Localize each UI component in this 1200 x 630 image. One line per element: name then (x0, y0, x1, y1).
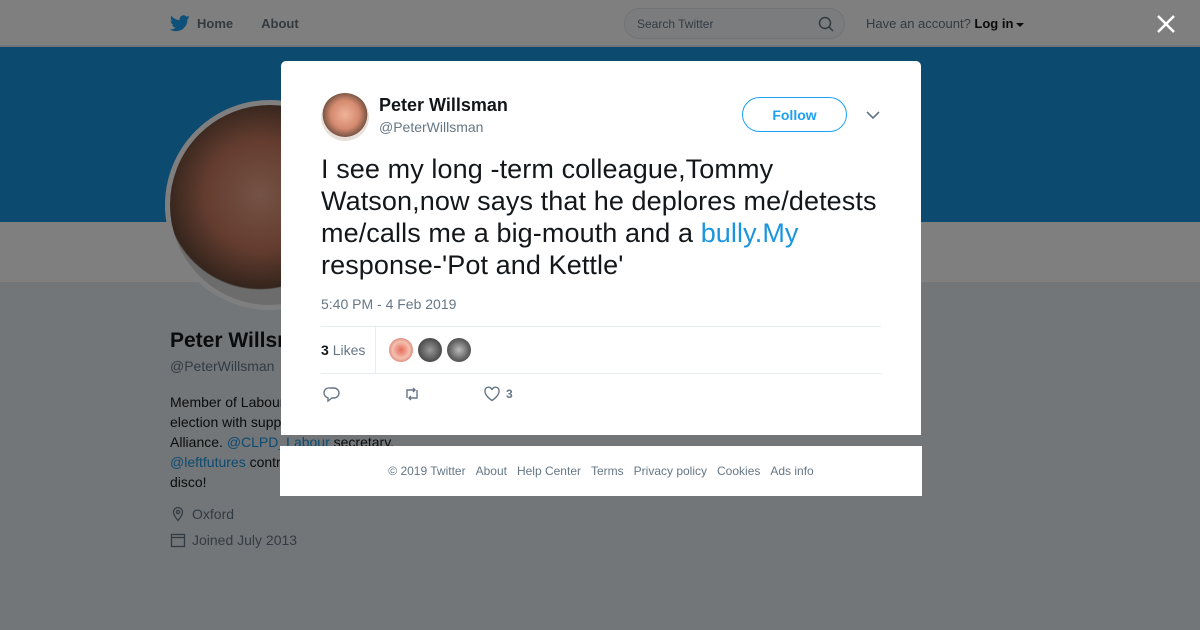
tweet-author-handle[interactable]: @PeterWillsman (379, 119, 483, 135)
stats-divider (375, 327, 376, 373)
likes-count: 3 (321, 342, 329, 358)
tweet-text: I see my long -term colleague,Tommy Wats… (321, 153, 881, 281)
liker-avatar[interactable] (389, 338, 413, 362)
close-icon[interactable] (1154, 12, 1178, 36)
chevron-down-icon[interactable] (865, 109, 881, 121)
retweet-icon (406, 387, 418, 401)
liker-avatar[interactable] (447, 338, 471, 362)
tweet-link[interactable]: bully.My (701, 218, 799, 248)
likes-stat[interactable]: 3 Likes (321, 342, 365, 358)
tweet-timestamp[interactable]: 5:40 PM - 4 Feb 2019 (321, 296, 456, 312)
tweet-stats: 3 Likes (321, 326, 881, 374)
likes-label: Likes (332, 342, 366, 358)
reply-icon (323, 387, 340, 403)
tweet-modal: Peter Willsman @PeterWillsman Follow I s… (281, 61, 921, 435)
footer-copyright: © 2019 Twitter (388, 464, 466, 478)
like-count: 3 (506, 387, 513, 401)
tweet-author-name[interactable]: Peter Willsman (379, 95, 508, 116)
retweet-button[interactable] (403, 385, 421, 403)
tweet-avatar[interactable] (321, 93, 369, 141)
tweet-text-after: response-'Pot and Kettle' (321, 250, 624, 280)
follow-button[interactable]: Follow (742, 97, 847, 132)
footer-link-ads[interactable]: Ads info (770, 464, 813, 478)
footer-link-cookies[interactable]: Cookies (717, 464, 760, 478)
liker-avatar[interactable] (418, 338, 442, 362)
heart-icon (484, 386, 500, 402)
like-button[interactable]: 3 (483, 385, 513, 403)
footer: © 2019 Twitter About Help Center Terms P… (280, 446, 922, 496)
tweet-actions: 3 (321, 385, 881, 407)
reply-button[interactable] (323, 385, 341, 403)
footer-link-terms[interactable]: Terms (591, 464, 624, 478)
footer-link-privacy[interactable]: Privacy policy (634, 464, 707, 478)
footer-link-about[interactable]: About (476, 464, 507, 478)
footer-link-help[interactable]: Help Center (517, 464, 581, 478)
